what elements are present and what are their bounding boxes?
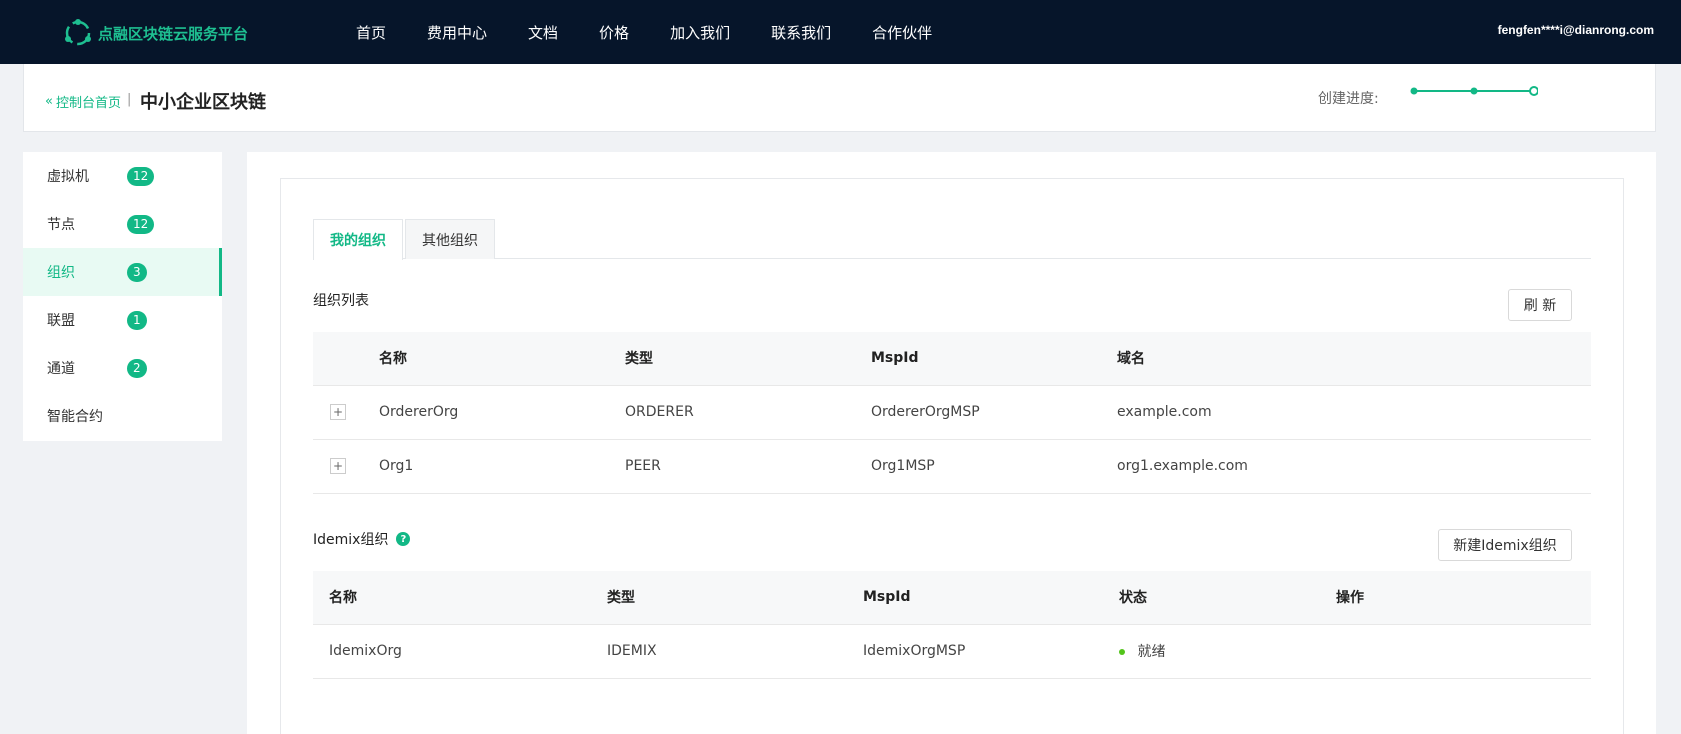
org-tabs: 我的组织 其他组织 — [313, 219, 1591, 260]
table-header-row: 名称 类型 MspId 域名 — [313, 332, 1591, 386]
question-circle-icon[interactable]: ? — [396, 532, 411, 546]
brand-logo[interactable]: 点融区块链云服务平台 — [62, 17, 248, 49]
column-header-mspid: MspId — [871, 332, 1117, 386]
table-row: IdemixOrg IDEMIX IdemixOrgMSP 就绪 — [313, 624, 1591, 679]
cell-type: IDEMIX — [607, 624, 863, 679]
cell-mspid: Org1MSP — [871, 439, 1117, 494]
cell-type: ORDERER — [625, 385, 871, 440]
tab-other-orgs[interactable]: 其他组织 — [405, 219, 495, 259]
column-header-name: 名称 — [313, 571, 607, 625]
nav-item-contact[interactable]: 联系我们 — [771, 22, 831, 43]
progress-step-3 — [1529, 86, 1538, 96]
new-idemix-org-button[interactable]: 新建Idemix组织 — [1438, 529, 1572, 561]
tab-my-orgs[interactable]: 我的组织 — [313, 219, 403, 260]
nav-item-join[interactable]: 加入我们 — [670, 22, 730, 43]
column-header-name: 名称 — [379, 332, 625, 386]
expand-column-header — [313, 332, 379, 386]
nav-item-billing[interactable]: 费用中心 — [427, 22, 487, 43]
creation-progress — [1410, 86, 1538, 96]
cell-domain: org1.example.com — [1117, 439, 1591, 494]
column-header-type: 类型 — [625, 332, 871, 386]
column-header-actions: 操作 — [1336, 571, 1591, 625]
org-list-title: 组织列表 — [313, 293, 369, 309]
count-badge: 1 — [127, 310, 147, 330]
org-table: 名称 类型 MspId 域名 + OrdererOrg ORDERER Orde… — [313, 332, 1591, 494]
nav-item-home[interactable]: 首页 — [356, 22, 386, 43]
status-ready-dot — [1119, 649, 1125, 655]
sidebar: 虚拟机 12 节点 12 组织 3 联盟 1 通道 2 智能合约 — [23, 152, 222, 441]
column-header-status: 状态 — [1119, 571, 1336, 625]
cell-name: IdemixOrg — [313, 624, 607, 679]
sidebar-item-consortium[interactable]: 联盟 1 — [23, 296, 222, 344]
progress-step-2 — [1470, 87, 1478, 95]
cell-type: PEER — [625, 439, 871, 494]
breadcrumb-separator: | — [127, 92, 132, 107]
cell-actions — [1336, 624, 1591, 679]
idemix-table: 名称 类型 MspId 状态 操作 IdemixOrg IDEMIX Idemi… — [313, 571, 1591, 679]
sidebar-item-label: 虚拟机 — [47, 169, 89, 185]
count-badge: 12 — [127, 214, 155, 234]
expand-cell: + — [313, 439, 379, 494]
sidebar-item-vm[interactable]: 虚拟机 12 — [23, 152, 222, 200]
table-row: + Org1 PEER Org1MSP org1.example.com — [313, 439, 1591, 494]
cell-status: 就绪 — [1119, 624, 1336, 679]
count-badge: 3 — [127, 262, 147, 282]
column-header-type: 类型 — [607, 571, 863, 625]
page-header: « 控制台首页 | 中小企业区块链 创建进度: — [23, 64, 1656, 132]
progress-label: 创建进度: — [1318, 91, 1379, 107]
back-to-console-link[interactable]: « 控制台首页 — [45, 92, 121, 111]
sidebar-item-channels[interactable]: 通道 2 — [23, 344, 222, 392]
cell-mspid: OrdererOrgMSP — [871, 385, 1117, 440]
cell-mspid: IdemixOrgMSP — [863, 624, 1119, 679]
table-header-row: 名称 类型 MspId 状态 操作 — [313, 571, 1591, 625]
top-navbar: 点融区块链云服务平台 首页 费用中心 文档 价格 加入我们 联系我们 合作伙伴 … — [0, 0, 1681, 64]
progress-step-1 — [1410, 87, 1418, 95]
cell-name: OrdererOrg — [379, 385, 625, 440]
plus-icon[interactable]: + — [330, 458, 346, 474]
nav-item-pricing[interactable]: 价格 — [599, 22, 629, 43]
back-link-label: 控制台首页 — [55, 96, 121, 111]
cell-domain: example.com — [1117, 385, 1591, 440]
plus-icon[interactable]: + — [330, 404, 346, 420]
idemix-title-label: Idemix组织 — [313, 532, 389, 548]
nav-item-partners[interactable]: 合作伙伴 — [872, 22, 932, 43]
nav-item-docs[interactable]: 文档 — [528, 22, 558, 43]
org-panel: 我的组织 其他组织 组织列表 刷 新 名称 类型 MspId 域名 + Orde… — [280, 178, 1624, 734]
sidebar-item-label: 联盟 — [47, 313, 75, 329]
double-chevron-left-icon: « — [45, 94, 53, 109]
sidebar-item-label: 通道 — [47, 361, 75, 377]
sidebar-item-label: 智能合约 — [47, 409, 103, 425]
sidebar-item-label: 节点 — [47, 217, 75, 233]
page-title: 中小企业区块链 — [140, 92, 266, 113]
expand-cell: + — [313, 385, 379, 440]
sidebar-item-contracts[interactable]: 智能合约 — [23, 392, 222, 440]
main-content: 我的组织 其他组织 组织列表 刷 新 名称 类型 MspId 域名 + Orde… — [247, 152, 1656, 734]
cell-name: Org1 — [379, 439, 625, 494]
main-nav: 首页 费用中心 文档 价格 加入我们 联系我们 合作伙伴 — [356, 0, 973, 64]
idemix-section-title: Idemix组织 ? — [313, 529, 411, 549]
column-header-mspid: MspId — [863, 571, 1119, 625]
table-row: + OrdererOrg ORDERER OrdererOrgMSP examp… — [313, 385, 1591, 440]
count-badge: 12 — [127, 166, 155, 186]
user-account[interactable]: fengfen****i@dianrong.com — [1498, 23, 1654, 37]
brand-logo-icon — [65, 19, 91, 46]
brand-name: 点融区块链云服务平台 — [98, 24, 249, 43]
column-header-domain: 域名 — [1117, 332, 1591, 386]
status-label: 就绪 — [1137, 644, 1166, 660]
count-badge: 2 — [127, 358, 147, 378]
sidebar-item-nodes[interactable]: 节点 12 — [23, 200, 222, 248]
sidebar-item-orgs[interactable]: 组织 3 — [23, 248, 222, 296]
sidebar-item-label: 组织 — [47, 265, 75, 281]
refresh-button[interactable]: 刷 新 — [1508, 289, 1572, 321]
